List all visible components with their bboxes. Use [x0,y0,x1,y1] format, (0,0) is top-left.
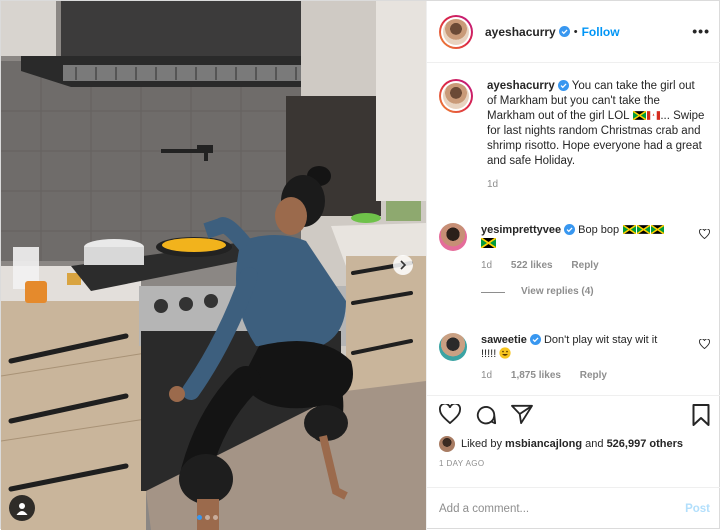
likes-others[interactable]: 526,997 others [607,438,683,450]
jamaica-flag-icon [481,238,496,248]
comment-meta: 1d 1,875 likes Reply [481,369,693,383]
paper-plane-icon[interactable] [511,404,533,424]
next-slide-button[interactable] [393,255,413,275]
header-username[interactable]: ayeshacurry [485,25,556,39]
jamaica-flag-icon [651,225,665,234]
reply-button[interactable]: Reply [571,260,598,271]
grinning-face-emoji-icon [499,347,511,359]
avatar[interactable] [439,223,467,251]
post-comment-button[interactable]: Post [685,503,710,515]
user-tag-icon [16,502,28,515]
likes-summary[interactable]: Liked by msbiancajlong and 526,997 other… [439,436,683,452]
caption-body: ayeshacurry You can take the girl out of… [487,79,707,192]
comment-input[interactable] [439,503,686,515]
likes-prefix: Liked by [461,438,502,450]
post-photo[interactable] [1,1,426,530]
reply-button[interactable]: Reply [580,370,607,381]
carousel-dot [205,515,210,520]
comment-likes[interactable]: 1,875 likes [511,370,561,381]
verified-badge-icon [529,334,541,345]
jamaica-flag-icon [637,225,651,234]
avatar [439,436,455,452]
avatar[interactable] [439,333,467,361]
view-replies-button[interactable]: View replies (4) [481,285,693,299]
comment-likes[interactable]: 522 likes [511,260,553,271]
tagged-users-button[interactable] [9,495,35,521]
heart-icon[interactable] [699,339,710,349]
more-options-icon[interactable]: ••• [692,23,710,39]
verified-badge-icon [557,80,569,91]
comment-text: Don't play wit stay wit it [543,334,658,346]
likes-user[interactable]: msbiancajlong [505,438,582,450]
jamaica-flag-icon [623,225,637,234]
comment-text: Bop bop [578,224,620,236]
post-time-ago: 1 DAY AGO [439,459,485,468]
header-separator: • [573,25,578,38]
post-caption: ayeshacurry You can take the girl out of… [439,79,714,192]
comment-time: 1d [481,260,493,271]
post-header: ayeshacurry • Follow ••• [427,1,720,63]
comment-username[interactable]: yesimprettyvee [481,224,561,236]
jamaica-flag-icon [633,111,647,120]
instagram-post: ayeshacurry • Follow ••• ayeshacurry You… [0,0,720,530]
comment-meta: 1d 522 likes Reply [481,259,693,273]
comment-text-tail: !!!!! [481,348,497,360]
heart-icon[interactable] [699,229,710,239]
carousel-dot [213,515,218,520]
caption-time: 1d [487,179,499,190]
caption-username[interactable]: ayeshacurry [487,80,555,92]
carousel-dot [197,515,202,520]
avatar[interactable] [439,79,473,113]
caption-meta: 1d [487,177,707,192]
likes-joiner: and [585,438,604,450]
kitchen-photo-illustration [1,1,426,530]
post-side-panel: ayeshacurry • Follow ••• ayeshacurry You… [426,1,720,530]
comment-icon[interactable] [475,404,497,426]
chevron-right-icon [400,260,407,270]
verified-badge-icon [564,224,576,235]
like-heart-icon[interactable] [439,404,461,424]
avatar[interactable] [439,14,473,49]
comment-body: yesimprettyvee Bop bop 1d 522 likes Repl… [481,223,693,299]
follow-button[interactable]: Follow [582,25,620,39]
comment-time: 1d [481,370,493,381]
view-replies-label: View replies (4) [521,286,594,297]
bookmark-icon[interactable] [692,404,710,426]
comment-item: yesimprettyvee Bop bop 1d 522 likes Repl… [439,223,714,299]
canada-flag-icon [647,111,661,120]
comments-list[interactable]: ayeshacurry You can take the girl out of… [427,63,720,395]
comment-body: saweetie Don't play wit stay wit it !!!!… [481,333,693,383]
add-comment-bar: Post [427,487,720,530]
verified-badge-icon [558,26,570,37]
comment-item: saweetie Don't play wit stay wit it !!!!… [439,333,714,383]
carousel-dots [197,515,218,520]
action-icons [439,404,533,426]
comment-username[interactable]: saweetie [481,334,527,346]
